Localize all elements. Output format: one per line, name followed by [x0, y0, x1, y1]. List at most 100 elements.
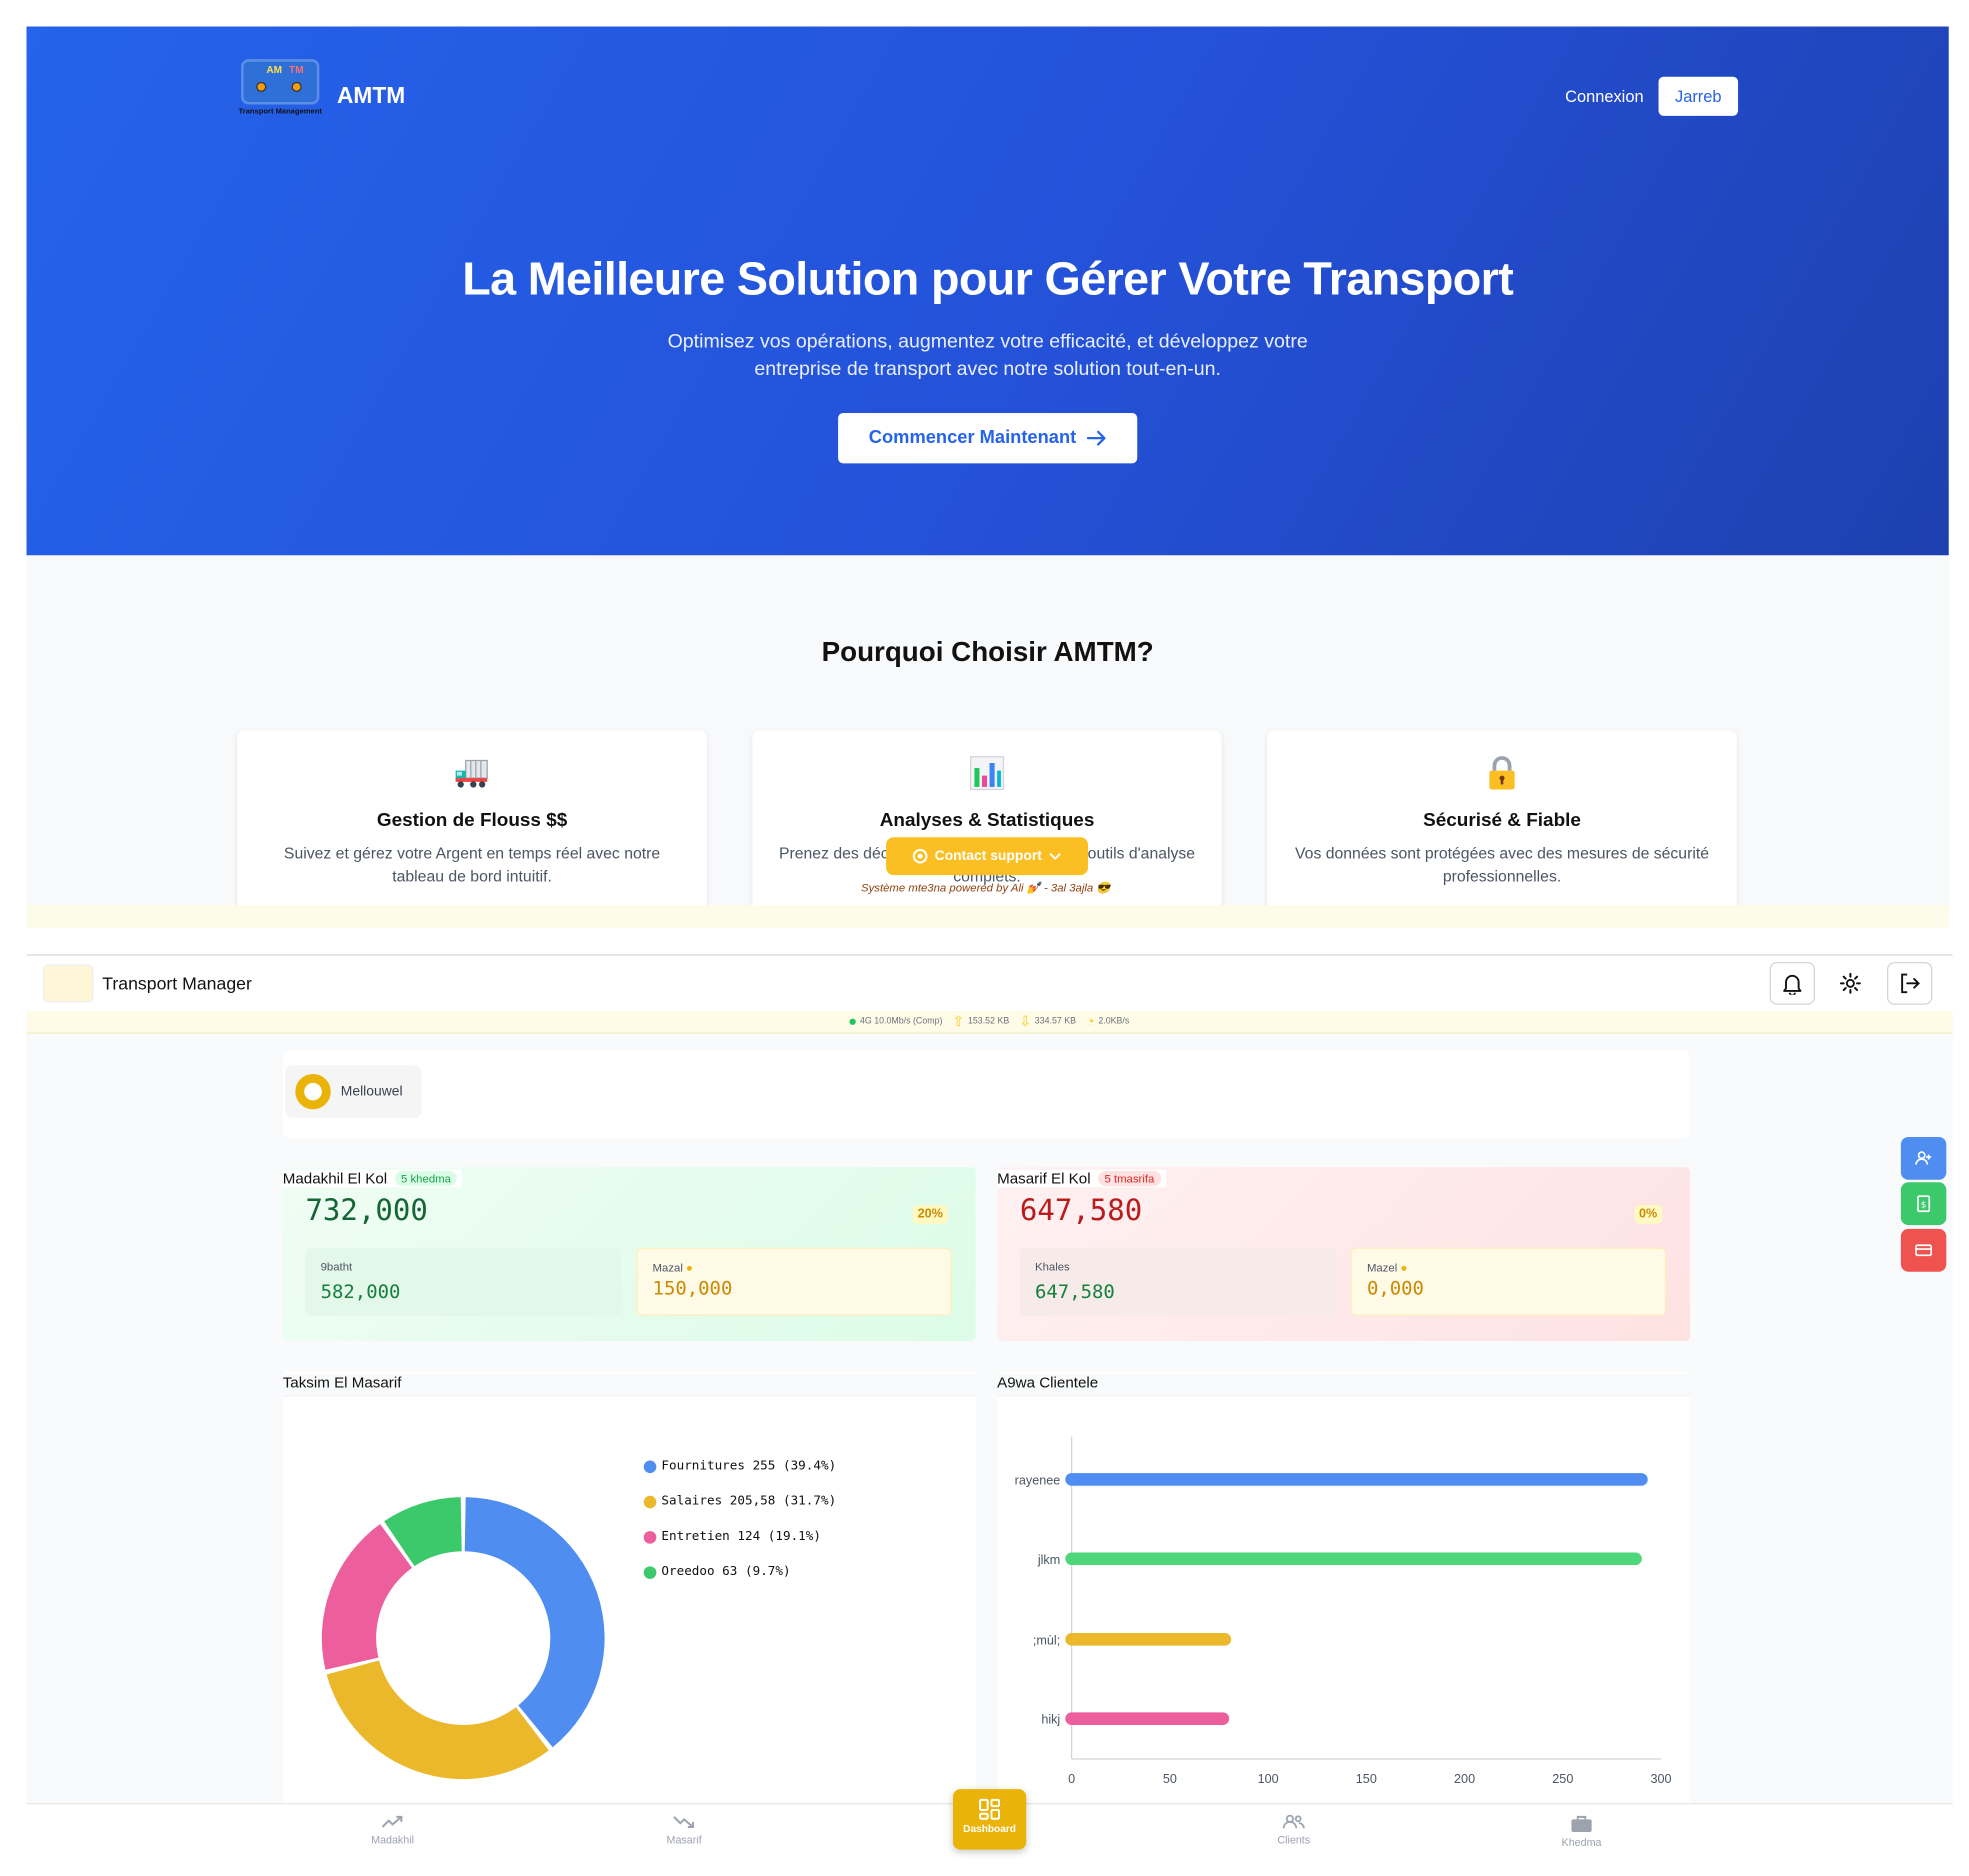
donut-slice-entretien[interactable] — [321, 1524, 413, 1670]
speedometer-icon: ◔ — [1086, 1014, 1095, 1030]
legend-swatch — [643, 1495, 657, 1508]
nav-dashboard-label: Dashboard — [963, 1823, 1016, 1835]
x-tick-label: 100 — [1258, 1772, 1279, 1786]
nav-income[interactable]: Madakhil — [342, 1814, 443, 1846]
donut-slice-salaires[interactable] — [326, 1660, 549, 1780]
legend-item[interactable]: Entretien 124 (19.1%) — [643, 1529, 821, 1544]
dollar-note-icon: $ — [1917, 1195, 1931, 1213]
legend-swatch — [643, 1530, 657, 1544]
income-paid-box: 9batht 582,000 — [305, 1247, 622, 1316]
income-percent-badge: 20% — [912, 1204, 948, 1224]
legend-item[interactable]: Fournitures 255 (39.4%) — [643, 1459, 837, 1474]
upload-icon: ⇧ — [952, 1014, 965, 1030]
x-tick-label: 150 — [1356, 1772, 1377, 1786]
contact-support-label: Contact support — [934, 848, 1042, 864]
arrow-right-icon — [1086, 430, 1106, 446]
logout-button[interactable] — [1886, 961, 1933, 1005]
wheel-icon — [256, 81, 267, 92]
add-income-fab[interactable]: $ — [1900, 1182, 1947, 1226]
powered-by-text: Système mte3na powered by Ali 💅 - 3al 3a… — [861, 881, 1111, 894]
landing-page: AM TM Transport Management AMTM Connexio… — [26, 26, 1949, 928]
bar-chart-icon — [752, 755, 1222, 793]
hero-subtitle: Optimisez vos opérations, augmentez votr… — [667, 331, 1308, 381]
feature-card: Analyses & Statistiques Prenez des décis… — [752, 730, 1222, 928]
x-tick-label: 50 — [1163, 1772, 1177, 1786]
contact-support-button[interactable]: Contact support — [886, 837, 1089, 876]
logo-tm-text: TM — [289, 64, 304, 76]
top-clients-card: A9wa Clientele 0 50 100 150 200 250 300 rayenee… — [997, 1371, 1691, 1876]
trending-down-icon — [673, 1816, 694, 1828]
bell-icon — [1783, 974, 1802, 995]
add-expense-fab[interactable] — [1900, 1228, 1947, 1272]
speed-value: 2.0KB/s — [1098, 1017, 1130, 1027]
login-link[interactable]: Connexion — [1565, 87, 1643, 106]
y-category-label: jlkm — [1037, 1553, 1060, 1567]
income-total: 732,000 — [305, 1194, 428, 1228]
app-logo[interactable] — [42, 964, 94, 1003]
lock-icon — [1267, 755, 1737, 793]
nav-clients[interactable]: Clients — [1243, 1814, 1344, 1846]
income-due-label: Mazal ● — [652, 1261, 693, 1275]
income-count-badge: 5 khedma — [394, 1170, 458, 1187]
add-client-fab[interactable] — [1900, 1136, 1947, 1180]
expenses-paid-box: Khales 647,580 — [1019, 1247, 1336, 1316]
connection-info: 4G 10.0Mb/s (Comp) — [859, 1017, 943, 1027]
support-icon — [912, 848, 927, 864]
legend-label: Entretien 124 (19.1%) — [661, 1529, 821, 1544]
nav-income-label: Madakhil — [371, 1833, 415, 1846]
notifications-button[interactable] — [1769, 961, 1816, 1005]
top-clients-title: A9wa Clientele — [997, 1373, 1691, 1397]
logout-icon — [1901, 973, 1920, 994]
legend-item[interactable]: Salaires 205,58 (31.7%) — [643, 1494, 837, 1509]
status-chip[interactable]: Mellouwel — [285, 1065, 422, 1119]
y-category-label: hikj — [1041, 1713, 1060, 1727]
settings-button[interactable] — [1828, 962, 1873, 1005]
top-clients-bar-chart: 0 50 100 150 200 250 300 rayenee jlkm ;mùl; hikj — [1015, 1436, 1672, 1786]
status-panel — [282, 1050, 1691, 1139]
feature-text: Suivez et gérez votre Argent en temps ré… — [283, 844, 661, 886]
network-status-bar: 4G 10.0Mb/s (Comp) ⇧ 153.52 KB ⇩ 334.57 KB… — [26, 1011, 1953, 1034]
gear-icon — [1839, 972, 1861, 994]
hero-title: La Meilleure Solution pour Gérer Votre T… — [462, 253, 1514, 305]
logo-am-text: AM — [266, 64, 283, 76]
expenses-title-row: Masarif El Kol 5 tmasrifa — [997, 1169, 1166, 1188]
x-tick-label: 250 — [1552, 1772, 1573, 1786]
nav-expenses-label: Masarif — [666, 1833, 702, 1846]
expense-breakdown-card: Taksim El Masarif Fournitures 255 (39.4%… — [282, 1371, 976, 1876]
income-title: Madakhil El Kol — [282, 1169, 388, 1188]
expenses-total: 647,580 — [1019, 1194, 1143, 1228]
income-due-box: Mazal ● 150,000 — [636, 1247, 952, 1316]
download-size: 334.57 KB — [1034, 1017, 1077, 1027]
nav-jobs[interactable]: Khedma — [1531, 1814, 1632, 1848]
expenses-paid-label: Khales — [1035, 1260, 1070, 1273]
y-category-label: rayenee — [1015, 1473, 1061, 1487]
donut-slice-fournitures[interactable] — [464, 1497, 605, 1748]
nav-jobs-label: Khedma — [1561, 1835, 1602, 1849]
wheel-icon — [291, 81, 302, 92]
get-started-button[interactable]: Commencer Maintenant — [838, 412, 1138, 464]
online-dot-icon — [849, 1018, 857, 1025]
legend-label: Oreedoo 63 (9.7%) — [661, 1565, 791, 1579]
expenses-panel: Masarif El Kol 5 tmasrifa 647,580 0% Kha… — [997, 1167, 1691, 1341]
legend-label: Fournitures 255 (39.4%) — [661, 1459, 837, 1474]
brand-name[interactable]: AMTM — [337, 83, 405, 109]
feature-text: Vos données sont protégées avec des mesu… — [1295, 844, 1709, 886]
nav-dashboard[interactable]: Dashboard — [952, 1789, 1027, 1850]
logo-subtitle: Transport Management — [238, 108, 322, 116]
expenses-due-box: Mazel ● 0,000 — [1350, 1247, 1667, 1316]
nav-expenses[interactable]: Masarif — [634, 1814, 735, 1846]
income-panel: Madakhil El Kol 5 khedma 732,000 20% 9ba… — [282, 1167, 976, 1341]
chevron-down-icon — [1050, 853, 1062, 861]
legend-item[interactable]: Oreedoo 63 (9.7%) — [643, 1565, 791, 1579]
try-button[interactable]: Jarreb — [1658, 76, 1739, 116]
feature-title: Analyses & Statistiques — [879, 809, 1095, 832]
feature-title: Gestion de Flouss $$ — [376, 809, 568, 832]
feature-card: Gestion de Flouss $$ Suivez et gérez vot… — [237, 730, 707, 928]
legend-swatch — [643, 1459, 657, 1473]
x-tick-label: 200 — [1454, 1772, 1475, 1786]
x-tick-label: 0 — [1068, 1772, 1075, 1786]
legend-label: Salaires 205,58 (31.7%) — [661, 1494, 837, 1509]
briefcase-icon — [1571, 1815, 1592, 1832]
download-icon: ⇩ — [1019, 1014, 1031, 1030]
users-icon — [1282, 1814, 1305, 1829]
